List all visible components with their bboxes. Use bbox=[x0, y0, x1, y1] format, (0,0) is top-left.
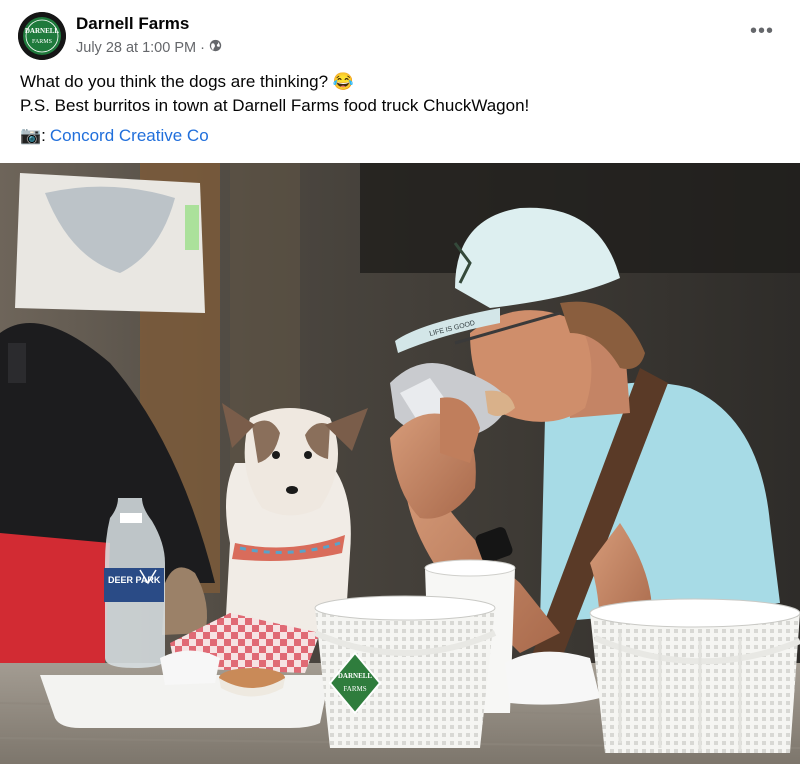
post-text-line-2: P.S. Best burritos in town at Darnell Fa… bbox=[20, 96, 530, 115]
post-text-line-1: What do you think the dogs are thinking?… bbox=[20, 72, 354, 91]
basket-logo-top: DARNELL bbox=[338, 672, 373, 680]
post-photo[interactable]: LIFE IS GOOD DEER PARK DARNELL FARMS bbox=[0, 163, 800, 764]
post-author[interactable]: Darnell Farms bbox=[76, 14, 189, 34]
avatar-text-top: DARNELL bbox=[25, 27, 60, 35]
facebook-post: DARNELL FARMS Darnell Farms July 28 at 1… bbox=[0, 0, 800, 764]
photographer-link[interactable]: Concord Creative Co bbox=[50, 126, 209, 146]
basket-logo-bottom: FARMS bbox=[343, 685, 366, 693]
more-options-button[interactable]: ••• bbox=[750, 20, 774, 43]
photo-credit: 📷 : Concord Creative Co bbox=[20, 126, 209, 146]
post-header: DARNELL FARMS Darnell Farms July 28 at 1… bbox=[0, 0, 800, 70]
credit-separator: : bbox=[41, 126, 46, 145]
post-date[interactable]: July 28 at 1:00 PM bbox=[76, 40, 196, 56]
meta-separator: · bbox=[200, 39, 205, 56]
camera-icon: 📷 bbox=[20, 126, 42, 145]
globe-icon[interactable] bbox=[209, 39, 222, 56]
bottle-brand: DEER PARK bbox=[108, 575, 161, 585]
avatar-text-bottom: FARMS bbox=[32, 39, 52, 45]
post-text: What do you think the dogs are thinking?… bbox=[20, 70, 529, 118]
avatar[interactable]: DARNELL FARMS bbox=[18, 12, 66, 60]
photo-illustration: LIFE IS GOOD DEER PARK DARNELL FARMS bbox=[0, 163, 800, 764]
post-meta: July 28 at 1:00 PM · bbox=[76, 39, 222, 56]
darnell-farms-logo: DARNELL FARMS bbox=[18, 12, 66, 60]
